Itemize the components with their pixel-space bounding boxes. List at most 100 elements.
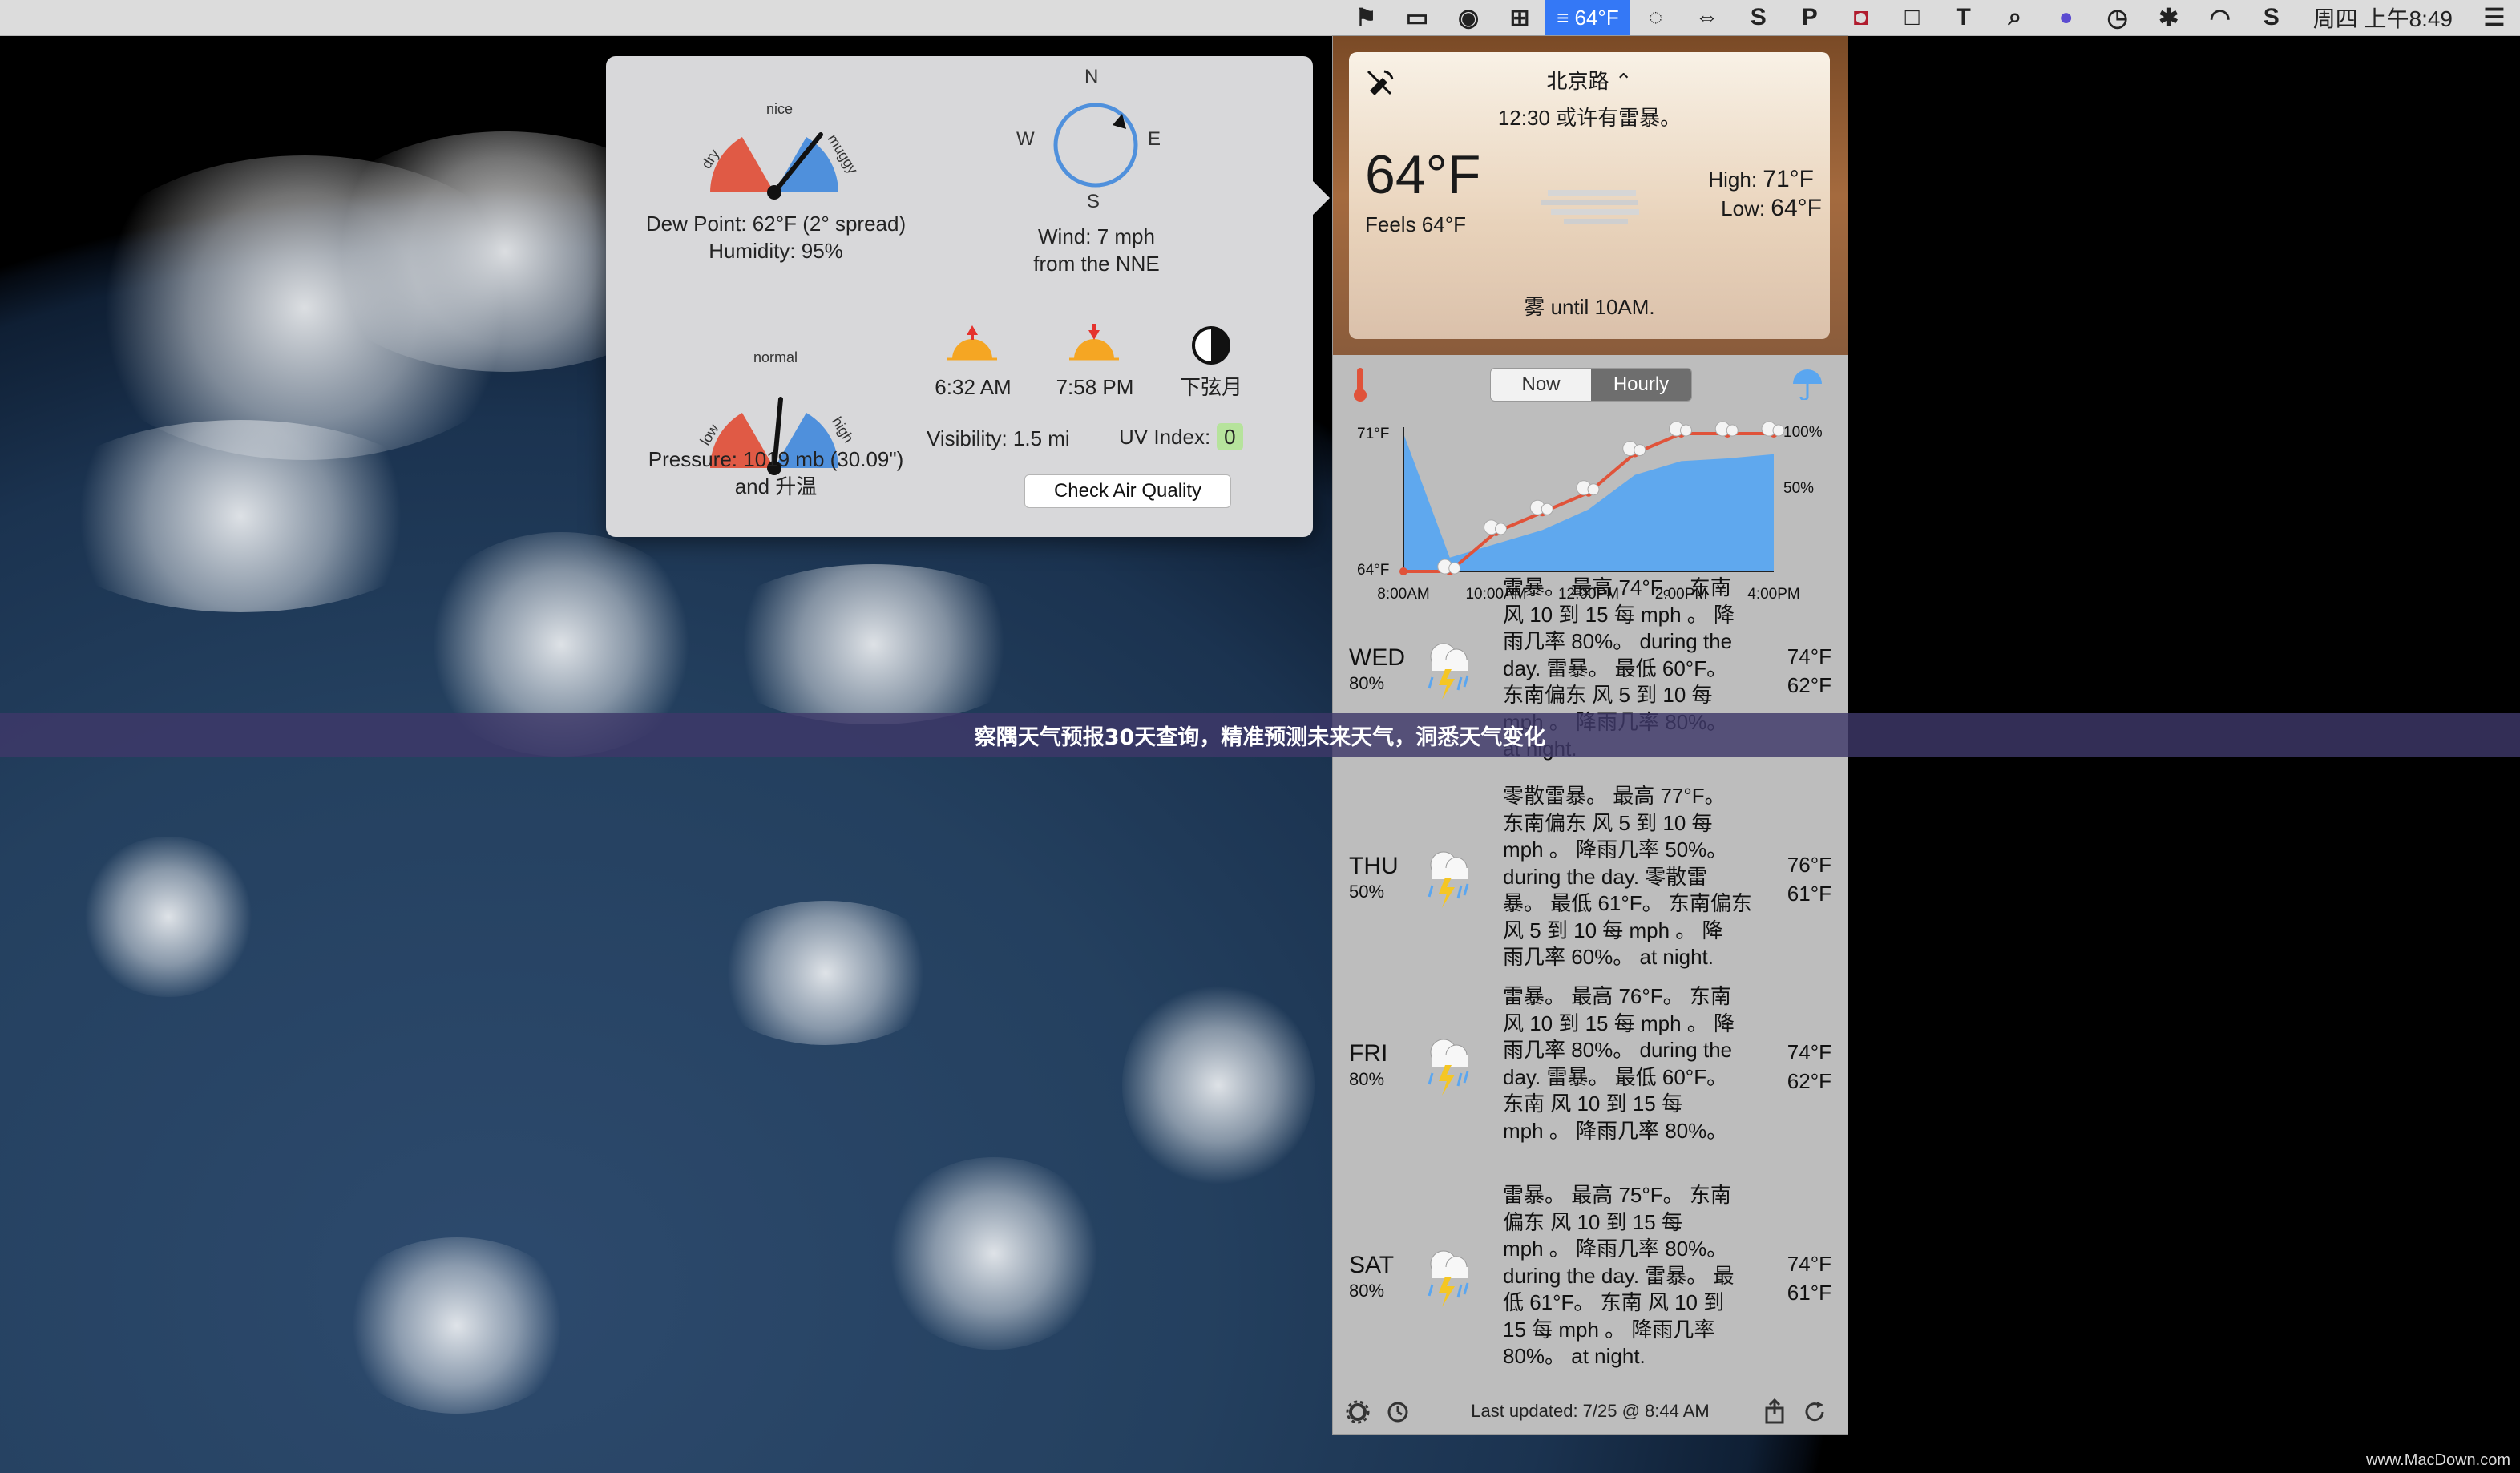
day-description: 零散雷暴。 最高 77°F。 东南偏东 风 5 到 10 每 mph 。 降雨几率 … bbox=[1503, 783, 1767, 971]
sunrise-icon bbox=[947, 325, 997, 361]
description-line: 偏东 风 10 到 15 每 bbox=[1503, 1209, 1682, 1234]
dew-point-text: Dew Point: 62°F (2° spread) bbox=[645, 212, 907, 236]
wifi-icon[interactable]: ◠ bbox=[2195, 0, 2246, 35]
menubar-clock[interactable]: 周四 上午8:49 bbox=[2297, 0, 2469, 35]
watermark: www.MacDown.com bbox=[2365, 1451, 2510, 1469]
chat-icon[interactable]: ◌ bbox=[1630, 0, 1682, 35]
text-icon[interactable]: T bbox=[1938, 0, 1989, 35]
panel-footer: Last updated: 7/25 @ 8:44 AM bbox=[1333, 1389, 1848, 1434]
description-line: 风 10 到 15 每 mph 。 降 bbox=[1503, 1011, 1735, 1035]
share-icon[interactable] bbox=[1763, 1398, 1787, 1424]
search-icon[interactable]: ⌕ bbox=[1989, 0, 2041, 35]
cloud bbox=[337, 1237, 577, 1414]
description-line: 15 每 mph 。 降雨几率 bbox=[1503, 1317, 1715, 1342]
compass-s: S bbox=[1087, 191, 1100, 212]
thermometer-icon[interactable] bbox=[1351, 366, 1370, 403]
description-line: 东南 风 10 到 15 每 bbox=[1503, 1092, 1682, 1116]
day-low-temp: 61°F bbox=[1787, 882, 1831, 906]
summary-text: 雾 until 10AM. bbox=[1524, 295, 1655, 319]
description-line: 雷暴。 最高 75°F。 东南 bbox=[1503, 1183, 1731, 1207]
moon-phase-text: 下弦月 bbox=[1179, 375, 1242, 399]
camera-icon[interactable]: ▭ bbox=[1391, 0, 1443, 35]
description-line: 零散雷暴。 最高 77°F。 bbox=[1503, 784, 1726, 808]
cloud bbox=[1122, 981, 1315, 1189]
low-value: 64°F bbox=[1771, 195, 1822, 221]
description-line: mph 。 降雨几率 80%。 bbox=[1503, 1118, 1728, 1143]
feels-like: Feels 64°F bbox=[1365, 212, 1467, 236]
hourly-weather-icon bbox=[1634, 444, 1646, 457]
thunderstorm-icon bbox=[1428, 1039, 1469, 1096]
humidity-text: Humidity: 95% bbox=[709, 239, 843, 263]
day-forecast-row[interactable]: SAT 80% 雷暴。 最高 75°F。 东南 偏东 风 10 到 15 每 mph 。… bbox=[1333, 1182, 1848, 1374]
pressure-text: Pressure: 1019 mb (30.09") bbox=[648, 447, 904, 471]
description-line: 雷暴。 最高 74°F。 东南 bbox=[1503, 575, 1731, 599]
day-precip-chance: 80% bbox=[1349, 1068, 1385, 1089]
menubar-weather[interactable]: ≡ 64°F bbox=[1545, 0, 1630, 35]
tab-now[interactable]: Now bbox=[1491, 369, 1591, 401]
description-line: during the day. 雷暴。 最 bbox=[1503, 1263, 1735, 1288]
hourly-weather-icon bbox=[1495, 523, 1507, 535]
overlay-banner: 察隅天气预报30天查询，精准预测未来天气，洞悉天气变化 bbox=[0, 713, 2520, 757]
day-name: FRI bbox=[1349, 1039, 1388, 1067]
moon-phase-icon bbox=[1192, 326, 1230, 365]
tab-hourly[interactable]: Hourly bbox=[1591, 369, 1691, 401]
wind-speed-text: Wind: 7 mph bbox=[1038, 224, 1155, 248]
umbrella-icon[interactable] bbox=[1790, 368, 1825, 400]
thunderstorm-icon bbox=[1428, 1250, 1469, 1308]
p-icon[interactable]: P bbox=[1784, 0, 1835, 35]
uv-index: UV Index: 0 bbox=[1119, 423, 1287, 450]
day-description: 雷暴。 最高 75°F。 东南 偏东 风 10 到 15 每 mph 。 降雨几率 … bbox=[1503, 1182, 1767, 1370]
refresh-icon[interactable] bbox=[1803, 1400, 1827, 1424]
sogou-icon[interactable]: S bbox=[2246, 0, 2297, 35]
day-precip-chance: 50% bbox=[1349, 882, 1385, 902]
cloud bbox=[705, 901, 946, 1045]
description-line: 暴。 最低 61°F。 东南偏东 bbox=[1503, 891, 1752, 915]
pressure-trend-text: and 升温 bbox=[734, 474, 818, 498]
description-line: 80%。 at night. bbox=[1503, 1344, 1646, 1368]
day-precip-chance: 80% bbox=[1349, 673, 1385, 694]
menu-bar: ⚑ ▭ ◉ ⊞ ≡ 64°F ◌ ⇔ S P ◘ □ T ⌕ ● ◷ ✱ ◠ S… bbox=[0, 0, 2520, 36]
list-icon[interactable]: ☰ bbox=[2469, 0, 2520, 35]
description-line: mph 。 降雨几率 50%。 bbox=[1503, 837, 1728, 862]
uv-value-badge: 0 bbox=[1217, 423, 1243, 450]
square-icon[interactable]: □ bbox=[1887, 0, 1938, 35]
visibility-text: Visibility: 1.5 mi bbox=[927, 426, 1070, 450]
compass-w: W bbox=[1016, 128, 1035, 150]
fog-icon bbox=[1541, 190, 1639, 224]
current-card: 北京路 ⌃ 12:30 或许有雷暴。 64°F Feels 64°F High:… bbox=[1349, 52, 1830, 339]
shield-icon[interactable]: ◘ bbox=[1835, 0, 1887, 35]
current-temp: 64°F bbox=[1365, 144, 1481, 205]
time-machine-icon[interactable]: ◷ bbox=[2092, 0, 2143, 35]
current-header: 北京路 ⌃ 12:30 或许有雷暴。 64°F Feels 64°F High:… bbox=[1333, 36, 1848, 355]
day-high-temp: 76°F bbox=[1787, 853, 1831, 878]
hourly-weather-icon bbox=[1541, 502, 1553, 515]
day-description: 雷暴。 最高 76°F。 东南风 10 到 15 每 mph 。 降雨几率 80… bbox=[1503, 983, 1767, 1144]
thunderstorm-icon bbox=[1428, 851, 1469, 909]
compass-n: N bbox=[1084, 66, 1099, 87]
day-high-temp: 74°F bbox=[1787, 1252, 1831, 1277]
day-precip-chance: 80% bbox=[1349, 1281, 1385, 1301]
bluetooth-icon[interactable]: ✱ bbox=[2143, 0, 2195, 35]
day-low-temp: 62°F bbox=[1787, 1068, 1831, 1093]
grid-icon[interactable]: ⊞ bbox=[1494, 0, 1545, 35]
y-right-tick-label: 50% bbox=[1783, 480, 1814, 497]
high-temp: High: 71°F bbox=[1708, 166, 1814, 193]
day-forecast-row[interactable]: FRI 80% 雷暴。 最高 76°F。 东南风 10 到 15 每 mph 。 降… bbox=[1333, 983, 1848, 1176]
day-forecast-row[interactable]: THU 50% 零散雷暴。 最高 77°F。 东南偏东 风 5 到 10 每 mph 。… bbox=[1333, 783, 1848, 975]
cloud bbox=[705, 564, 1042, 724]
sunset-time: 7:58 PM bbox=[1056, 375, 1134, 399]
hourly-weather-icon bbox=[1680, 424, 1692, 437]
day-high-temp: 74°F bbox=[1787, 644, 1831, 669]
y-right-tick-label: 100% bbox=[1783, 424, 1823, 441]
check-air-quality-button[interactable]: Check Air Quality bbox=[1024, 474, 1231, 508]
description-line: 雨几率 80%。 during the bbox=[1503, 629, 1733, 653]
location-selector[interactable]: 北京路 ⌃ bbox=[1349, 65, 1830, 95]
uv-label: UV Index: bbox=[1119, 425, 1211, 449]
s-icon[interactable]: S bbox=[1733, 0, 1784, 35]
precip-area bbox=[1403, 434, 1774, 571]
teamviewer-icon[interactable]: ⇔ bbox=[1682, 0, 1733, 35]
pressure-label-normal: normal bbox=[753, 349, 798, 365]
mic-icon[interactable]: ◉ bbox=[1443, 0, 1494, 35]
siri-icon[interactable]: ● bbox=[2041, 0, 2092, 35]
bookmark-icon[interactable]: ⚑ bbox=[1340, 0, 1391, 35]
